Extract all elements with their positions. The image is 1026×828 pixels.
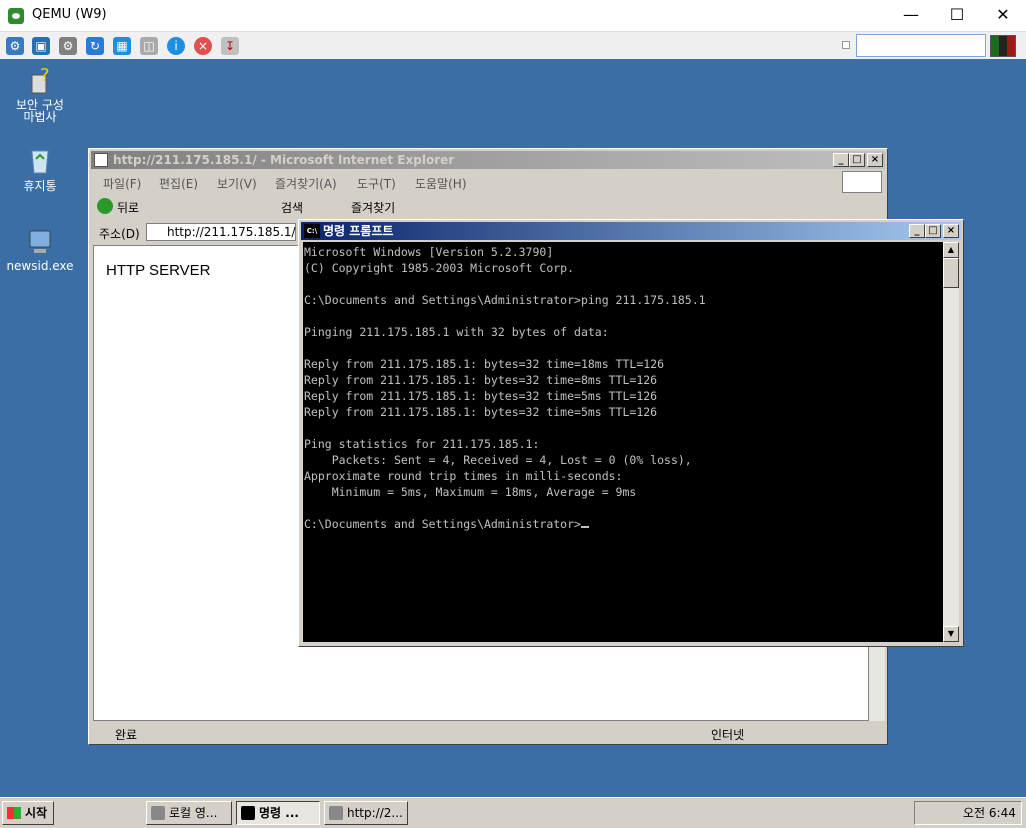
ie-close-button[interactable]: × (867, 153, 883, 167)
qemu-app-icon (8, 8, 24, 24)
ie-title-bar[interactable]: http://211.175.185.1/ - Microsoft Intern… (91, 151, 885, 169)
cmd-maximize-button[interactable]: □ (925, 224, 941, 238)
ie-window-title: http://211.175.185.1/ - Microsoft Intern… (113, 153, 455, 167)
svg-text:?: ? (40, 65, 50, 86)
scroll-down-arrow-icon[interactable]: ▼ (943, 626, 959, 642)
desktop-icon-newsid[interactable]: newsid.exe (0, 225, 80, 273)
clock: 오전 6:44 (963, 806, 1016, 820)
cmd-window-title: 명령 프롬프트 (323, 224, 394, 238)
back-arrow-icon[interactable] (97, 198, 113, 214)
system-tray: 오전 6:44 (914, 801, 1022, 825)
console-line: Reply from 211.175.185.1: bytes=32 time=… (304, 357, 665, 371)
usb-icon[interactable]: ◫ (140, 37, 158, 55)
task-icon (329, 806, 343, 820)
security-wizard-icon: ? (24, 65, 56, 97)
console-line: Ping statistics for 211.175.185.1: (304, 437, 540, 451)
menu-edit[interactable]: 편집(E) (159, 175, 198, 192)
task-button-ie[interactable]: http://2... (324, 801, 408, 825)
ie-page-icon (94, 153, 108, 167)
ie-menu-bar: 파일(F) 편집(E) 보기(V) 즐겨찾기(A) 도구(T) 도움말(H) (91, 171, 885, 193)
console-line: Approximate round trip times in milli-se… (304, 469, 623, 483)
start-button[interactable]: 시작 (2, 801, 54, 825)
fullscreen-icon[interactable]: ▣ (32, 37, 50, 55)
maximize-button[interactable]: ☐ (934, 0, 980, 32)
ie-maximize-button[interactable]: □ (849, 153, 865, 167)
console-line: Reply from 211.175.185.1: bytes=32 time=… (304, 373, 658, 387)
cmd-close-button[interactable]: × (943, 224, 959, 238)
favorites-button[interactable]: 즐겨찾기 (351, 199, 395, 216)
computer-icon (24, 225, 56, 257)
desktop-icon-label: newsid.exe (6, 259, 74, 273)
qemu-title-bar: QEMU (W9) — ☐ ✕ (0, 0, 1026, 32)
minimize-button[interactable]: — (888, 0, 934, 32)
console-line: Microsoft Windows [Version 5.2.3790] (304, 245, 554, 259)
console-line: C:\Documents and Settings\Administrator>… (304, 293, 706, 307)
download-icon[interactable]: ↧ (221, 37, 239, 55)
address-input[interactable]: http://211.175.185.1/ (146, 223, 296, 241)
desktop-icon-label: 보안 구성 마법사 (16, 98, 64, 124)
ie-toolbar: 뒤로 검색 즐겨찾기 (91, 195, 885, 219)
refresh-icon[interactable]: ↻ (86, 37, 104, 55)
menu-favorites[interactable]: 즐겨찾기(A) (275, 175, 337, 192)
task-button-cmd[interactable]: 명령 ... (236, 801, 320, 825)
gear-icon[interactable]: ⚙ (59, 37, 77, 55)
ie-status-bar: 완료 인터넷 (91, 723, 885, 743)
cmd-title-bar[interactable]: C:\ 명령 프롬프트 _ □ × (301, 222, 961, 240)
scroll-up-arrow-icon[interactable]: ▲ (943, 242, 959, 258)
address-label: 주소(D) (99, 227, 140, 241)
console-line: Packets: Sent = 4, Received = 4, Lost = … (304, 453, 692, 467)
back-button[interactable]: 뒤로 (117, 199, 139, 216)
cmd-icon: C:\ (304, 224, 320, 238)
desktop-icon-label: 휴지통 (23, 179, 57, 193)
search-input[interactable] (856, 34, 986, 57)
task-label: http://2... (347, 806, 403, 820)
search-button[interactable]: 검색 (281, 199, 303, 216)
windows-logo-icon (842, 171, 882, 193)
text-cursor (580, 526, 589, 528)
desktop-icon-recycle-bin[interactable]: 휴지통 (0, 143, 80, 194)
console-line: Pinging 211.175.185.1 with 32 bytes of d… (304, 325, 609, 339)
menu-file[interactable]: 파일(F) (103, 175, 141, 192)
console-line: Reply from 211.175.185.1: bytes=32 time=… (304, 389, 658, 403)
menu-view[interactable]: 보기(V) (217, 175, 257, 192)
windows-icon[interactable]: ▦ (113, 37, 131, 55)
task-icon (151, 806, 165, 820)
task-label: 로컬 영... (169, 806, 218, 820)
toolbar-checkbox[interactable] (842, 41, 850, 49)
window-title: QEMU (W9) (32, 7, 107, 22)
task-button-local[interactable]: 로컬 영... (146, 801, 232, 825)
page-heading: HTTP SERVER (106, 262, 211, 279)
status-text: 완료 (115, 728, 138, 742)
cmd-scrollbar[interactable]: ▲ ▼ (943, 242, 959, 642)
console-line: Reply from 211.175.185.1: bytes=32 time=… (304, 405, 658, 419)
ie-minimize-button[interactable]: _ (833, 153, 849, 167)
taskbar: 시작 로컬 영... 명령 ... http://2... 오전 6:44 (0, 797, 1026, 828)
console-line: (C) Copyright 1985-2003 Microsoft Corp. (304, 261, 575, 275)
desktop-icon-security-wizard[interactable]: ? 보안 구성 마법사 (0, 65, 80, 123)
windows-flag-icon (7, 807, 21, 819)
console-output[interactable]: Microsoft Windows [Version 5.2.3790] (C) … (303, 242, 943, 642)
task-label: 명령 ... (259, 806, 299, 820)
cmd-window: C:\ 명령 프롬프트 _ □ × Microsoft Windows [Ver… (298, 219, 964, 647)
settings-icon[interactable]: ⚙ (6, 37, 24, 55)
console-line: C:\Documents and Settings\Administrator> (304, 516, 943, 532)
console-line: Minimum = 5ms, Maximum = 18ms, Average =… (304, 485, 637, 499)
menu-help[interactable]: 도움말(H) (415, 175, 467, 192)
task-icon (241, 806, 255, 820)
color-swatch[interactable] (990, 35, 1016, 57)
menu-tools[interactable]: 도구(T) (357, 175, 396, 192)
zone-text: 인터넷 (711, 728, 745, 742)
close-button[interactable]: ✕ (980, 0, 1026, 32)
start-label: 시작 (25, 806, 48, 820)
close-icon[interactable]: × (194, 37, 212, 55)
cmd-minimize-button[interactable]: _ (909, 224, 925, 238)
info-icon[interactable]: i (167, 37, 185, 55)
scroll-thumb[interactable] (943, 258, 959, 288)
recycle-bin-icon (24, 143, 56, 175)
